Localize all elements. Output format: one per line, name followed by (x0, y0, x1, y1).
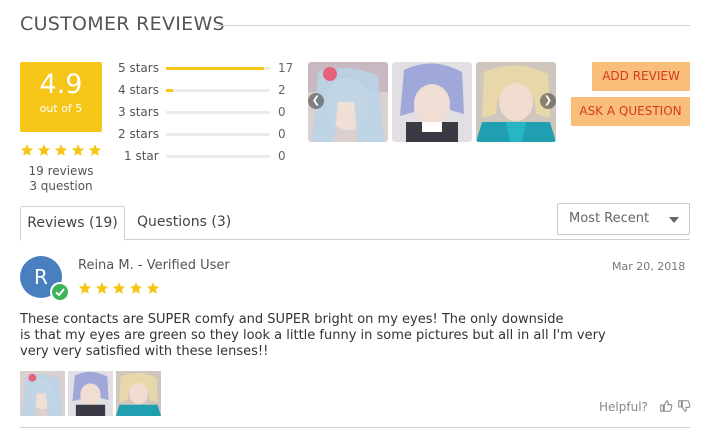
sort-select[interactable]: Most Recent (557, 203, 690, 235)
rating-bar-label: 1 star (124, 149, 159, 163)
rating-bar-1[interactable]: 1 star 0 (118, 146, 296, 166)
rating-bar-track (166, 154, 270, 158)
questions-count: 3 question (29, 179, 93, 193)
ask-question-button[interactable]: ASK A QUESTION (571, 97, 690, 126)
star-icon (78, 282, 92, 294)
review-date: Mar 20, 2018 (612, 260, 686, 273)
rating-bar-count: 17 (278, 61, 294, 75)
rating-bar-label: 3 stars (118, 105, 159, 119)
helpful-label: Helpful? (599, 400, 648, 414)
rating-bar-label: 4 stars (118, 83, 159, 97)
thumbs-down-icon[interactable] (677, 399, 691, 413)
rating-bar-count: 0 (278, 149, 286, 163)
star-icon (20, 144, 34, 156)
photo-image (116, 371, 161, 416)
gallery-photo[interactable] (392, 62, 472, 142)
review-photo-thumb[interactable] (20, 371, 65, 416)
caret-down-icon (669, 217, 679, 223)
rating-bar-track (166, 110, 270, 114)
chevron-right-icon[interactable]: ❯ (540, 93, 556, 109)
review-text-line: is that my eyes are green so they look a… (20, 328, 606, 343)
rating-bar-3[interactable]: 3 stars 0 (118, 102, 296, 122)
rating-bar-count: 0 (278, 127, 286, 141)
rating-bar-4[interactable]: 4 stars 2 (118, 80, 296, 100)
photo-image (20, 371, 65, 416)
star-icon (129, 282, 143, 294)
star-icon (112, 282, 126, 294)
rating-bar-2[interactable]: 2 stars 0 (118, 124, 296, 144)
star-icon (146, 282, 160, 294)
rating-bar-fill (166, 88, 174, 92)
review-photo-thumb[interactable] (68, 371, 113, 416)
review-stars (78, 281, 160, 295)
sort-selected-value: Most Recent (569, 211, 650, 226)
rating-bar-count: 2 (278, 83, 286, 97)
tab-questions[interactable]: Questions (3) (137, 206, 231, 239)
review-photo-thumb[interactable] (116, 371, 161, 416)
score-scale: out of 5 (39, 102, 83, 115)
rating-bar-5[interactable]: 5 stars 17 (118, 58, 296, 78)
average-score-box: 4.9 out of 5 (20, 62, 102, 132)
rating-bar-track (166, 88, 270, 92)
thumbs-up-icon[interactable] (659, 399, 673, 413)
tab-reviews[interactable]: Reviews (19) (20, 206, 125, 241)
photo-image (392, 62, 472, 142)
reviewer-name: Reina M. - Verified User (78, 258, 230, 273)
star-icon (37, 144, 51, 156)
summary-counts: 19 reviews 3 question (20, 164, 102, 194)
review-body: These contacts are SUPER comfy and SUPER… (20, 312, 640, 360)
header-divider (216, 25, 690, 26)
average-score: 4.9 (39, 69, 83, 100)
review-text-line: These contacts are SUPER comfy and SUPER… (20, 312, 564, 327)
section-title: CUSTOMER REVIEWS (20, 13, 225, 35)
rating-bar-track (166, 132, 270, 136)
photo-image (68, 371, 113, 416)
review-divider (20, 427, 690, 428)
star-icon (71, 144, 85, 156)
rating-bar-label: 2 stars (118, 127, 159, 141)
check-icon (55, 288, 65, 297)
star-icon (54, 144, 68, 156)
add-review-button[interactable]: ADD REVIEW (592, 62, 690, 91)
review-text-line: very very satisfied with these lenses!! (20, 344, 269, 359)
rating-bar-label: 5 stars (118, 61, 159, 75)
verified-badge (50, 282, 70, 302)
star-icon (95, 282, 109, 294)
rating-bar-track (166, 66, 270, 70)
rating-bar-fill (166, 66, 264, 70)
chevron-left-icon[interactable]: ❮ (308, 93, 324, 109)
reviews-count: 19 reviews (28, 164, 94, 178)
summary-stars (20, 143, 102, 157)
rating-bar-count: 0 (278, 105, 286, 119)
star-icon (88, 144, 102, 156)
